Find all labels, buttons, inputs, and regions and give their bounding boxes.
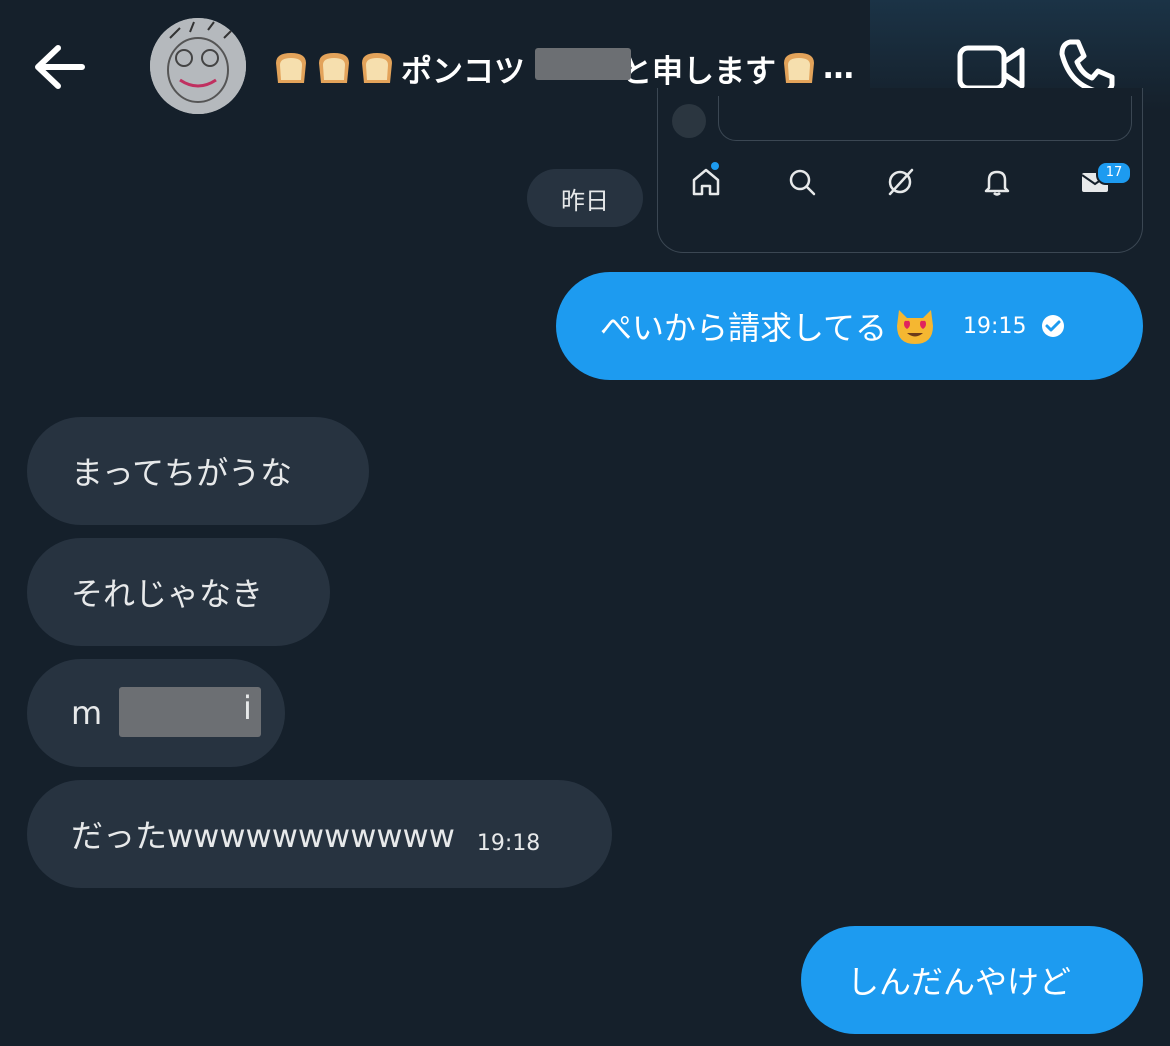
- home-icon[interactable]: [690, 166, 722, 198]
- message-text: だったwwwwwwwwwww: [71, 817, 455, 855]
- message-bubble-incoming[interactable]: だったwwwwwwwwwww 19:18: [27, 780, 612, 888]
- message-bubble-incoming[interactable]: それじゃなき: [27, 538, 330, 646]
- message-text: ぺいから請求してる: [600, 309, 888, 347]
- date-separator: 昨日: [527, 169, 643, 227]
- message-text: まってちがうな: [71, 454, 293, 492]
- phone-icon: [1059, 39, 1115, 95]
- home-notification-dot: [711, 162, 719, 170]
- message-bubble-outgoing[interactable]: ぺいから請求してる 19:15: [556, 272, 1143, 380]
- search-icon[interactable]: [786, 166, 818, 198]
- message-text: それじゃなき: [71, 575, 264, 613]
- avatar-drawing: [150, 18, 246, 114]
- message-text-start: m: [71, 694, 103, 732]
- video-call-button[interactable]: [956, 42, 1026, 94]
- back-button[interactable]: [30, 40, 92, 94]
- arrow-left-icon: [35, 45, 85, 89]
- message-bubble-incoming[interactable]: まってちがうな: [27, 417, 369, 525]
- title-suffix: と申します: [621, 53, 776, 90]
- bread-emoji-icon: [362, 53, 392, 83]
- title-name: ポンコツ: [401, 53, 525, 90]
- redaction-block: [119, 687, 261, 737]
- message-time: 19:15: [963, 313, 1027, 339]
- redaction-block: [535, 47, 631, 80]
- grok-icon[interactable]: [884, 166, 916, 198]
- message-bubble-incoming[interactable]: m i: [27, 659, 285, 767]
- message-time: 19:18: [476, 830, 541, 856]
- bread-emoji-icon: [319, 53, 349, 83]
- preview-input-box: [718, 96, 1132, 141]
- bread-emoji-icon: [784, 53, 814, 83]
- mail-badge: 17: [1096, 161, 1132, 185]
- avatar[interactable]: [150, 18, 246, 114]
- video-camera-icon: [957, 45, 1025, 91]
- title-text: ポンコツ と申します: [401, 46, 776, 91]
- preview-avatar: [672, 104, 706, 138]
- message-text: しんだんやけど: [847, 963, 1072, 1001]
- heart-eyes-cat-emoji: [897, 310, 934, 344]
- bread-emoji-icon: [276, 53, 306, 83]
- message-text-end: i: [243, 689, 252, 727]
- title-ellipsis: …: [823, 50, 854, 86]
- bell-icon[interactable]: [981, 166, 1013, 198]
- check-circle-icon: [1042, 315, 1065, 337]
- message-bubble-outgoing[interactable]: しんだんやけど: [801, 926, 1143, 1034]
